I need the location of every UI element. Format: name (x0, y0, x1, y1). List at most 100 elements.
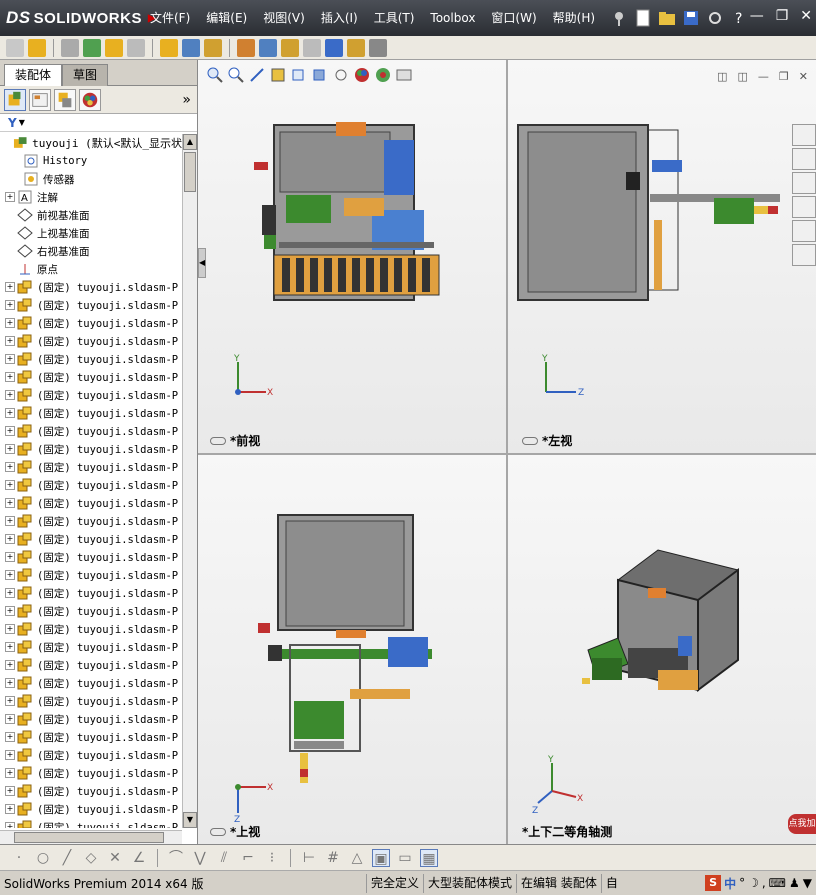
tree-horizontal-scrollbar[interactable] (0, 830, 182, 844)
more-tabs-icon[interactable]: » (182, 92, 191, 108)
new-motion-study-icon[interactable] (237, 38, 255, 57)
reference-geometry-icon[interactable] (204, 38, 222, 57)
tree-item-component[interactable]: + (固定) tuyouji.sldasm-P (0, 764, 182, 782)
tree-item-front-plane[interactable]: 前视基准面 (0, 206, 182, 224)
line-icon[interactable]: ╱ (58, 849, 76, 867)
expand-icon[interactable]: + (5, 408, 15, 418)
explode-line-icon[interactable] (303, 38, 321, 57)
expand-icon[interactable]: + (5, 624, 15, 634)
move-component-icon[interactable] (127, 38, 145, 57)
apply-scene-icon[interactable] (374, 66, 392, 84)
hscroll-thumb[interactable] (14, 832, 164, 843)
close-button[interactable]: ✕ (800, 8, 812, 24)
show-hidden-icon[interactable] (160, 38, 178, 57)
snap-icon[interactable]: ⁝ (263, 849, 281, 867)
tree-item-component[interactable]: + (固定) tuyouji.sldasm-P (0, 548, 182, 566)
expand-icon[interactable]: + (5, 714, 15, 724)
top-view-model[interactable] (258, 505, 448, 795)
polygon-icon[interactable]: ◇ (82, 849, 100, 867)
tree-item-component[interactable]: + (固定) tuyouji.sldasm-P (0, 674, 182, 692)
linear-pattern-icon[interactable] (83, 38, 101, 57)
display-manager-icon[interactable] (79, 88, 101, 111)
menu-insert[interactable]: 插入(I) (313, 7, 366, 29)
tree-item-component[interactable]: + (固定) tuyouji.sldasm-P (0, 656, 182, 674)
feature-manager-icon[interactable] (4, 88, 26, 111)
tree-item-component[interactable]: + (固定) tuyouji.sldasm-P (0, 512, 182, 530)
appearances-icon[interactable] (792, 220, 816, 242)
dimension-icon[interactable]: ⊢ (300, 849, 318, 867)
expand-icon[interactable]: + (5, 462, 15, 472)
menu-view[interactable]: 视图(V) (255, 7, 313, 29)
bill-of-materials-icon[interactable] (259, 38, 277, 57)
menu-edit[interactable]: 编辑(E) (198, 7, 255, 29)
property-manager-icon[interactable] (29, 88, 51, 111)
expand-icon[interactable]: + (5, 372, 15, 382)
tree-item-component[interactable]: + (固定) tuyouji.sldasm-P (0, 314, 182, 332)
zoom-area-icon[interactable] (227, 66, 245, 84)
tree-item-component[interactable]: + (固定) tuyouji.sldasm-P (0, 296, 182, 314)
expand-icon[interactable]: + (5, 300, 15, 310)
link-views-icon[interactable] (210, 827, 226, 836)
tree-item-annotations[interactable]: + A 注解 (0, 188, 182, 206)
tree-item-component[interactable]: + (固定) tuyouji.sldasm-P (0, 782, 182, 800)
graphics-area[interactable]: Y X *前视 ◀ ◫ ◫ — ❐ ✕ Y Z *左视 X Z *上视 Y X … (198, 60, 816, 844)
viewport-restore-icon[interactable]: ❐ (779, 70, 789, 83)
viewport-front[interactable]: Y X *前视 ◀ (198, 60, 506, 453)
tree-item-component[interactable]: + (固定) tuyouji.sldasm-P (0, 458, 182, 476)
expand-icon[interactable]: + (5, 534, 15, 544)
tree-item-component[interactable]: + (固定) tuyouji.sldasm-P (0, 440, 182, 458)
menu-window[interactable]: 窗口(W) (483, 7, 544, 29)
view-orientation-icon[interactable] (290, 66, 308, 84)
tree-item-component[interactable]: + (固定) tuyouji.sldasm-P (0, 728, 182, 746)
insert-component-icon[interactable] (6, 38, 24, 57)
tree-vertical-scrollbar[interactable]: ▲ ▼ (182, 134, 197, 828)
tree-item-component[interactable]: + (固定) tuyouji.sldasm-P (0, 494, 182, 512)
scroll-down-icon[interactable]: ▼ (183, 812, 197, 828)
split-viewport-icon[interactable]: ◫ (738, 70, 748, 83)
custom-properties-icon[interactable] (792, 244, 816, 266)
update-icon[interactable] (347, 38, 365, 57)
tree-item-component[interactable]: + (固定) tuyouji.sldasm-P (0, 710, 182, 728)
ime-user-icon[interactable]: ♟ (789, 876, 800, 890)
left-view-model[interactable] (514, 120, 784, 305)
grid-icon[interactable]: # (324, 849, 342, 867)
tree-item-component[interactable]: + (固定) tuyouji.sldasm-P (0, 584, 182, 602)
tree-item-component[interactable]: + (固定) tuyouji.sldasm-P (0, 476, 182, 494)
expand-icon[interactable]: + (5, 390, 15, 400)
tree-item-component[interactable]: + (固定) tuyouji.sldasm-P (0, 800, 182, 818)
ime-logo-icon[interactable]: S (705, 875, 722, 891)
tree-item-component[interactable]: + (固定) tuyouji.sldasm-P (0, 530, 182, 548)
view-settings-icon[interactable] (395, 66, 413, 84)
pin-icon[interactable] (609, 8, 629, 28)
expand-icon[interactable]: + (5, 750, 15, 760)
home-icon[interactable] (792, 124, 816, 146)
tree-item-top-plane[interactable]: 上视基准面 (0, 224, 182, 242)
link-views-icon[interactable] (522, 436, 538, 445)
tree-item-component[interactable]: + (固定) tuyouji.sldasm-P (0, 566, 182, 584)
tab-assembly[interactable]: 装配体 (4, 64, 63, 86)
help-icon[interactable]: ? (729, 8, 749, 28)
configuration-manager-icon[interactable] (54, 88, 76, 111)
ime-language[interactable]: 中 (724, 875, 736, 892)
expand-icon[interactable]: + (5, 804, 15, 814)
edit-appearance-icon[interactable] (353, 66, 371, 84)
expand-icon[interactable]: + (5, 498, 15, 508)
tree-item-component[interactable]: + (固定) tuyouji.sldasm-P (0, 746, 182, 764)
tree-item-origin[interactable]: 原点 (0, 260, 182, 278)
ime-comma-icon[interactable]: , (762, 876, 766, 890)
expand-icon[interactable]: + (5, 606, 15, 616)
tree-item-component[interactable]: + (固定) tuyouji.sldasm-P (0, 692, 182, 710)
menu-tools[interactable]: 工具(T) (366, 7, 423, 29)
viewport-top[interactable]: X Z *上视 (198, 455, 506, 844)
options-icon[interactable] (705, 8, 725, 28)
expand-icon[interactable]: + (5, 660, 15, 670)
tree-item-right-plane[interactable]: 右视基准面 (0, 242, 182, 260)
solidworks-logo[interactable]: DS SOLIDWORKS ▶ (0, 0, 156, 36)
view-3d-icon[interactable]: ▣ (372, 848, 390, 867)
filter-icon[interactable]: Y (8, 116, 17, 130)
expand-icon[interactable]: + (5, 588, 15, 598)
expand-icon[interactable]: + (5, 336, 15, 346)
single-view-icon[interactable]: ▭ (396, 849, 414, 867)
viewport-close-icon[interactable]: ✕ (799, 70, 808, 83)
expand-icon[interactable]: + (5, 354, 15, 364)
